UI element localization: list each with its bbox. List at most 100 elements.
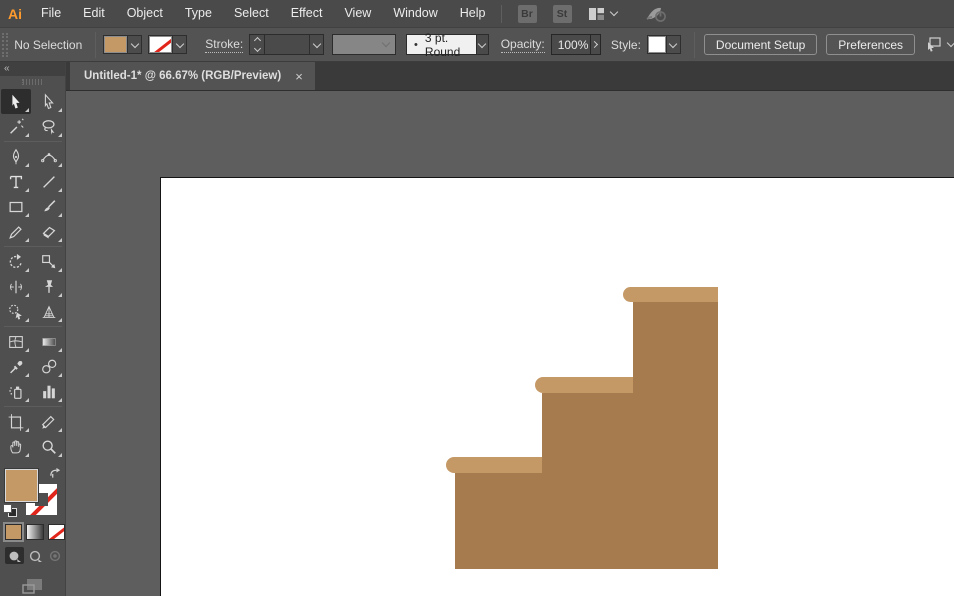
- eyedropper-tool[interactable]: [1, 354, 31, 379]
- stroke-weight-dropdown[interactable]: [309, 35, 323, 54]
- flyout-indicator: [25, 213, 29, 217]
- tools-separator: [4, 406, 62, 407]
- magic-wand-tool[interactable]: [1, 114, 31, 139]
- column-graph-icon: [40, 383, 58, 401]
- opacity-panel-link[interactable]: Opacity:: [501, 37, 545, 53]
- stroke-weight-stepper[interactable]: [250, 35, 265, 54]
- graphic-style-picker[interactable]: [647, 35, 681, 54]
- pen-tool[interactable]: [1, 144, 31, 169]
- menu-item-view[interactable]: View: [333, 0, 382, 27]
- blend-tool[interactable]: [34, 354, 64, 379]
- hand-tool[interactable]: [1, 434, 31, 459]
- document-tab[interactable]: Untitled-1* @ 66.67% (RGB/Preview) ×: [70, 62, 315, 90]
- tools-separator: [4, 246, 62, 247]
- preferences-button[interactable]: Preferences: [826, 34, 915, 55]
- document-setup-button[interactable]: Document Setup: [704, 34, 817, 55]
- perspective-grid-tool[interactable]: [34, 299, 64, 324]
- width-profile-dropdown[interactable]: [332, 34, 396, 55]
- stair-tread[interactable]: [446, 457, 542, 473]
- flyout-indicator: [58, 163, 62, 167]
- style-swatch[interactable]: [648, 36, 666, 53]
- menu-items: FileEditObjectTypeSelectEffectViewWindow…: [30, 0, 497, 27]
- stroke-color-picker[interactable]: [148, 35, 187, 54]
- stroke-dropdown-button[interactable]: [172, 36, 186, 53]
- style-dropdown-button[interactable]: [666, 36, 680, 53]
- gpu-performance-button[interactable]: [645, 5, 667, 23]
- rotate-tool[interactable]: [1, 249, 31, 274]
- lasso-tool[interactable]: [34, 114, 64, 139]
- stroke-panel-link[interactable]: Stroke:: [205, 37, 243, 53]
- gradient-tool[interactable]: [34, 329, 64, 354]
- column-graph-tool[interactable]: [34, 379, 64, 404]
- direct-selection-tool[interactable]: [34, 89, 64, 114]
- tab-close-button[interactable]: ×: [295, 70, 303, 83]
- stock-button[interactable]: St: [553, 5, 572, 23]
- workspace-switcher-button[interactable]: [588, 7, 617, 21]
- paintbrush-tool[interactable]: [34, 194, 64, 219]
- menu-item-effect[interactable]: Effect: [280, 0, 334, 27]
- stair-tread[interactable]: [535, 377, 633, 393]
- zoom-tool[interactable]: [34, 434, 64, 459]
- draw-behind-button[interactable]: [26, 547, 45, 564]
- type-tool[interactable]: [1, 169, 31, 194]
- artboard-tool[interactable]: [1, 409, 31, 434]
- line-segment-tool[interactable]: [34, 169, 64, 194]
- menu-item-type[interactable]: Type: [174, 0, 223, 27]
- mesh-tool[interactable]: [1, 329, 31, 354]
- flyout-indicator: [58, 373, 62, 377]
- chevron-down-icon: [382, 39, 390, 47]
- brush-definition-dropdown[interactable]: [477, 34, 489, 55]
- fill-color-picker[interactable]: [103, 35, 142, 54]
- bridge-button[interactable]: Br: [518, 5, 537, 23]
- width-tool[interactable]: [1, 274, 31, 299]
- color-fill-button[interactable]: [5, 524, 22, 540]
- fill-proxy-swatch[interactable]: [5, 469, 38, 502]
- canvas-area[interactable]: [66, 91, 954, 596]
- screen-mode-button[interactable]: [0, 564, 65, 596]
- menu-item-file[interactable]: File: [30, 0, 72, 27]
- hand-icon: [7, 438, 25, 456]
- menu-item-object[interactable]: Object: [116, 0, 174, 27]
- opacity-input[interactable]: 100%: [551, 34, 591, 55]
- tools-panel-grip[interactable]: [0, 76, 65, 88]
- gradient-fill-button[interactable]: [26, 524, 43, 540]
- menu-item-help[interactable]: Help: [449, 0, 497, 27]
- rectangle-tool[interactable]: [1, 194, 31, 219]
- stroke-weight-control[interactable]: [249, 34, 324, 55]
- puppet-warp-tool[interactable]: [34, 274, 64, 299]
- document-tab-title: Untitled-1* @ 66.67% (RGB/Preview): [84, 70, 281, 82]
- magic-wand-icon: [7, 118, 25, 136]
- swap-fill-stroke-icon[interactable]: [49, 467, 62, 479]
- default-fill-stroke-icon[interactable]: [3, 504, 17, 517]
- control-bar-grip[interactable]: [2, 33, 8, 57]
- eyedropper-icon: [7, 358, 25, 376]
- stroke-weight-field[interactable]: [265, 35, 309, 54]
- shape-builder-tool[interactable]: [1, 299, 31, 324]
- align-glyphs-button[interactable]: [925, 37, 954, 52]
- stair-tread[interactable]: [623, 287, 718, 302]
- staircase-silhouette[interactable]: [455, 302, 718, 569]
- opacity-expand-button[interactable]: [591, 34, 601, 55]
- shaper-tool[interactable]: [1, 219, 31, 244]
- stroke-none-swatch[interactable]: [149, 36, 172, 53]
- menu-item-select[interactable]: Select: [223, 0, 280, 27]
- none-fill-button[interactable]: [48, 524, 65, 540]
- curvature-tool[interactable]: [34, 144, 64, 169]
- selection-tool[interactable]: [1, 89, 31, 114]
- draw-inside-button[interactable]: [46, 547, 65, 564]
- artwork-svg[interactable]: [66, 91, 953, 596]
- scale-tool[interactable]: [34, 249, 64, 274]
- slice-tool[interactable]: [34, 409, 64, 434]
- brush-stroke-preview-icon: •: [414, 39, 418, 51]
- fill-swatch[interactable]: [104, 36, 127, 53]
- tools-separator: [4, 326, 62, 327]
- flyout-indicator: [58, 348, 62, 352]
- collapse-tools-button[interactable]: «: [0, 62, 65, 76]
- menu-item-window[interactable]: Window: [382, 0, 448, 27]
- menu-item-edit[interactable]: Edit: [72, 0, 116, 27]
- draw-normal-button[interactable]: [5, 547, 24, 564]
- brush-definition-field[interactable]: • 3 pt. Round: [406, 34, 477, 55]
- fill-dropdown-button[interactable]: [127, 36, 141, 53]
- eraser-tool[interactable]: [34, 219, 64, 244]
- symbol-sprayer-tool[interactable]: [1, 379, 31, 404]
